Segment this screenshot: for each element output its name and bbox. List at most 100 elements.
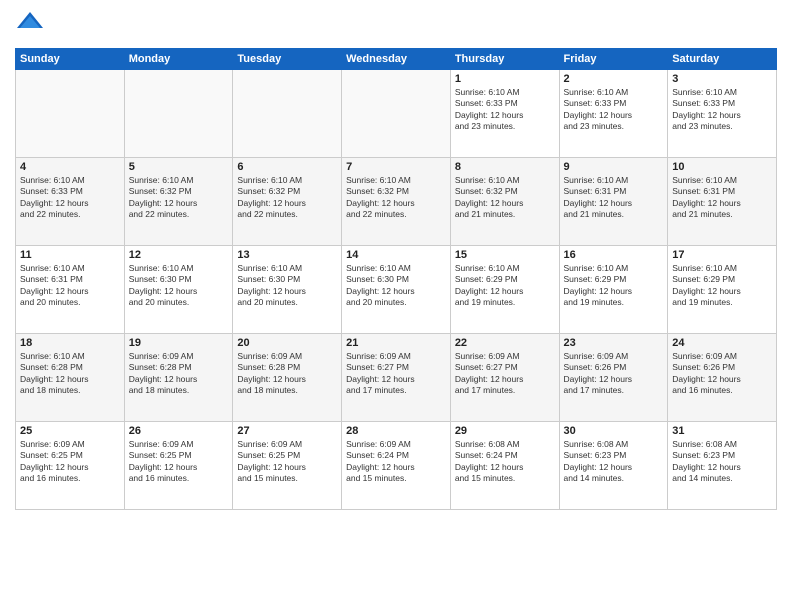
calendar-cell: 1Sunrise: 6:10 AM Sunset: 6:33 PM Daylig… [450,70,559,158]
day-number: 15 [455,249,555,261]
day-info: Sunrise: 6:10 AM Sunset: 6:31 PM Dayligh… [672,175,772,221]
day-number: 14 [346,249,446,261]
calendar-cell: 6Sunrise: 6:10 AM Sunset: 6:32 PM Daylig… [233,158,342,246]
calendar-cell: 29Sunrise: 6:08 AM Sunset: 6:24 PM Dayli… [450,422,559,510]
day-number: 7 [346,161,446,173]
calendar-cell: 11 Sunrise: 6:10 AM Sunset: 6:31 PM Dayli… [16,246,125,334]
header [15,10,777,40]
day-number: 27 [237,425,337,437]
day-number: 28 [346,425,446,437]
day-info: Sunrise: 6:08 AM Sunset: 6:23 PM Dayligh… [672,439,772,485]
day-info: Sunrise: 6:10 AM Sunset: 6:31 PM Dayligh… [564,175,664,221]
calendar-cell: 31 Sunrise: 6:08 AM Sunset: 6:23 PM Dayli… [668,422,777,510]
day-info: Sunrise: 6:10 AM Sunset: 6:28 PM Dayligh… [20,351,120,397]
day-info: Sunrise: 6:09 AM Sunset: 6:27 PM Dayligh… [455,351,555,397]
day-number: 10 [672,161,772,173]
day-number: 21 [346,337,446,349]
day-info: Sunrise: 6:10 AM Sunset: 6:30 PM Dayligh… [346,263,446,309]
day-info: Sunrise: 6:08 AM Sunset: 6:24 PM Dayligh… [455,439,555,485]
day-number: 5 [129,161,229,173]
calendar-cell: 16Sunrise: 6:10 AM Sunset: 6:29 PM Dayli… [559,246,668,334]
calendar-cell: 23 Sunrise: 6:09 AM Sunset: 6:26 PM Dayli… [559,334,668,422]
calendar-cell: 13 Sunrise: 6:10 AM Sunset: 6:30 PM Dayli… [233,246,342,334]
calendar-cell: 24 Sunrise: 6:09 AM Sunset: 6:26 PM Dayli… [668,334,777,422]
day-number: 30 [564,425,664,437]
calendar-cell: 19 Sunrise: 6:09 AM Sunset: 6:28 PM Dayli… [124,334,233,422]
calendar-cell [233,70,342,158]
calendar-cell: 22 Sunrise: 6:09 AM Sunset: 6:27 PM Dayli… [450,334,559,422]
day-number: 18 [20,337,120,349]
weekday-header-wednesday: Wednesday [342,49,451,70]
day-info: Sunrise: 6:09 AM Sunset: 6:27 PM Dayligh… [346,351,446,397]
day-number: 11 [20,249,120,261]
weekday-header-sunday: Sunday [16,49,125,70]
day-number: 12 [129,249,229,261]
calendar-cell: 21 Sunrise: 6:09 AM Sunset: 6:27 PM Dayli… [342,334,451,422]
day-info: Sunrise: 6:09 AM Sunset: 6:28 PM Dayligh… [237,351,337,397]
weekday-header-monday: Monday [124,49,233,70]
day-info: Sunrise: 6:09 AM Sunset: 6:25 PM Dayligh… [237,439,337,485]
calendar-cell: 12Sunrise: 6:10 AM Sunset: 6:30 PM Dayli… [124,246,233,334]
day-info: Sunrise: 6:10 AM Sunset: 6:33 PM Dayligh… [672,87,772,133]
day-info: Sunrise: 6:10 AM Sunset: 6:31 PM Dayligh… [20,263,120,309]
logo [15,10,49,40]
calendar-cell: 8 Sunrise: 6:10 AM Sunset: 6:32 PM Daylig… [450,158,559,246]
calendar-cell: 25 Sunrise: 6:09 AM Sunset: 6:25 PM Dayli… [16,422,125,510]
week-row-1: 1 Sunrise: 6:10 AM Sunset: 6:33 PM Daylig… [16,70,777,158]
day-number: 31 [672,425,772,437]
day-info: Sunrise: 6:10 AM Sunset: 6:29 PM Dayligh… [672,263,772,309]
day-info: Sunrise: 6:10 AM Sunset: 6:30 PM Dayligh… [237,263,337,309]
weekday-header-thursday: Thursday [450,49,559,70]
calendar-cell: 9 Sunrise: 6:10 AM Sunset: 6:31 PM Daylig… [559,158,668,246]
page: SundayMondayTuesdayWednesdayThursdayFrid… [0,0,792,612]
weekday-header-saturday: Saturday [668,49,777,70]
day-number: 16 [564,249,664,261]
day-info: Sunrise: 6:10 AM Sunset: 6:32 PM Dayligh… [129,175,229,221]
calendar-cell: 26Sunrise: 6:09 AM Sunset: 6:25 PM Dayli… [124,422,233,510]
day-number: 19 [129,337,229,349]
day-number: 9 [564,161,664,173]
day-info: Sunrise: 6:09 AM Sunset: 6:24 PM Dayligh… [346,439,446,485]
day-info: Sunrise: 6:09 AM Sunset: 6:28 PM Dayligh… [129,351,229,397]
day-info: Sunrise: 6:10 AM Sunset: 6:33 PM Dayligh… [20,175,120,221]
day-info: Sunrise: 6:10 AM Sunset: 6:32 PM Dayligh… [455,175,555,221]
calendar-cell: 30 Sunrise: 6:08 AM Sunset: 6:23 PM Dayli… [559,422,668,510]
day-number: 1 [455,73,555,85]
day-info: Sunrise: 6:09 AM Sunset: 6:26 PM Dayligh… [672,351,772,397]
day-number: 25 [20,425,120,437]
week-row-4: 18 Sunrise: 6:10 AM Sunset: 6:28 PM Dayli… [16,334,777,422]
calendar-cell: 14 Sunrise: 6:10 AM Sunset: 6:30 PM Dayli… [342,246,451,334]
day-number: 23 [564,337,664,349]
calendar-cell [124,70,233,158]
calendar-cell: 10 Sunrise: 6:10 AM Sunset: 6:31 PM Dayli… [668,158,777,246]
day-number: 13 [237,249,337,261]
logo-icon [15,10,45,40]
calendar-cell: 15 Sunrise: 6:10 AM Sunset: 6:29 PM Dayli… [450,246,559,334]
calendar-cell: 3 Sunrise: 6:10 AM Sunset: 6:33 PM Daylig… [668,70,777,158]
day-number: 24 [672,337,772,349]
calendar-cell: 20Sunrise: 6:09 AM Sunset: 6:28 PM Dayli… [233,334,342,422]
calendar-cell [16,70,125,158]
weekday-header-row: SundayMondayTuesdayWednesdayThursdayFrid… [16,49,777,70]
day-number: 22 [455,337,555,349]
day-number: 2 [564,73,664,85]
calendar-cell: 18 Sunrise: 6:10 AM Sunset: 6:28 PM Dayli… [16,334,125,422]
day-info: Sunrise: 6:09 AM Sunset: 6:26 PM Dayligh… [564,351,664,397]
day-number: 8 [455,161,555,173]
day-info: Sunrise: 6:08 AM Sunset: 6:23 PM Dayligh… [564,439,664,485]
calendar-cell [342,70,451,158]
week-row-3: 11 Sunrise: 6:10 AM Sunset: 6:31 PM Dayli… [16,246,777,334]
day-info: Sunrise: 6:10 AM Sunset: 6:33 PM Dayligh… [564,87,664,133]
calendar-cell: 2 Sunrise: 6:10 AM Sunset: 6:33 PM Daylig… [559,70,668,158]
day-number: 3 [672,73,772,85]
calendar-cell: 5 Sunrise: 6:10 AM Sunset: 6:32 PM Daylig… [124,158,233,246]
day-number: 6 [237,161,337,173]
day-info: Sunrise: 6:10 AM Sunset: 6:29 PM Dayligh… [455,263,555,309]
day-number: 26 [129,425,229,437]
calendar-cell: 28 Sunrise: 6:09 AM Sunset: 6:24 PM Dayli… [342,422,451,510]
calendar-cell: 27 Sunrise: 6:09 AM Sunset: 6:25 PM Dayli… [233,422,342,510]
calendar-table: SundayMondayTuesdayWednesdayThursdayFrid… [15,48,777,510]
calendar-cell: 17Sunrise: 6:10 AM Sunset: 6:29 PM Dayli… [668,246,777,334]
calendar-cell: 7Sunrise: 6:10 AM Sunset: 6:32 PM Daylig… [342,158,451,246]
day-info: Sunrise: 6:09 AM Sunset: 6:25 PM Dayligh… [20,439,120,485]
